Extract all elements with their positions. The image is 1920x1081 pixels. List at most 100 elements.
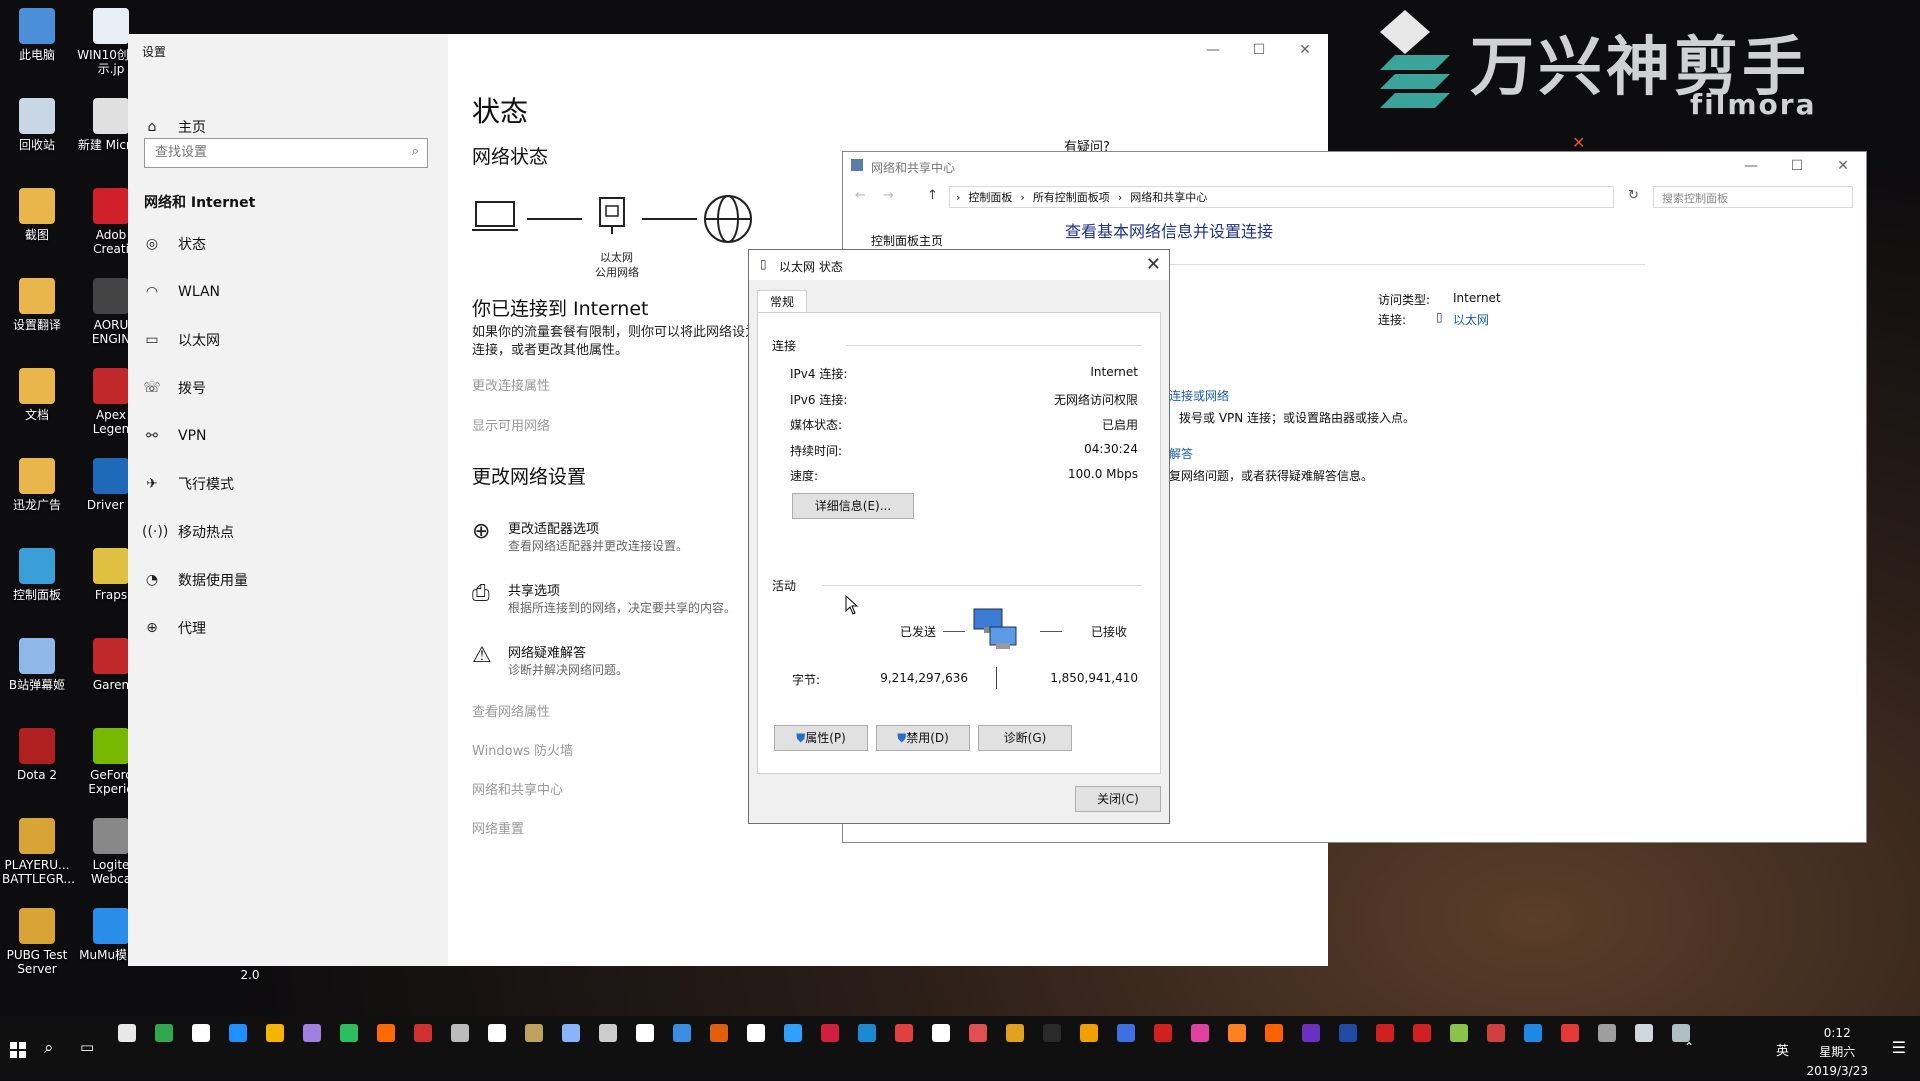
taskbar-app-icon[interactable] [118,1024,136,1042]
taskbar-app-icon[interactable] [1598,1024,1616,1042]
refresh-icon[interactable]: ↻ [1628,188,1639,203]
dialog-close-button[interactable]: 关闭(C) [1075,786,1161,812]
nav-hotspot[interactable]: ((·)) 移动热点 [142,512,442,552]
taskbar-app-icon[interactable] [969,1024,987,1042]
taskbar-app-icon[interactable] [1450,1024,1468,1042]
nsc-up-icon[interactable]: ↑ [927,188,938,203]
taskbar-app-icon[interactable] [932,1024,950,1042]
taskbar-app-icon[interactable] [1080,1024,1098,1042]
search-icon[interactable]: ⌕ [412,144,419,159]
nsc-back-icon[interactable]: ← [855,188,866,203]
taskbar-app-icon[interactable] [599,1024,617,1042]
adapter-options-link[interactable]: 更改适配器选项 [508,518,599,537]
nav-status[interactable]: ◎ 状态 [142,224,442,264]
breadcrumb-item[interactable]: 控制面板 [968,189,1012,205]
taskbar-app-icon[interactable] [710,1024,728,1042]
settings-search-input[interactable] [145,139,405,165]
troubleshoot-nsc-link[interactable]: 解答 [1169,445,1193,462]
nav-ethernet[interactable]: ▭ 以太网 [142,320,442,360]
clock[interactable]: 0:12 星期六 2019/3/23 [1806,1024,1868,1081]
taskbar-app-icon[interactable] [1191,1024,1209,1042]
start-icon[interactable] [10,1042,26,1058]
nsc-maximize-icon[interactable]: ☐ [1774,152,1820,180]
desktop-icon[interactable]: PUBG Test Server [2,908,72,976]
view-network-props-link[interactable]: 查看网络属性 [472,701,550,720]
desktop-icon[interactable]: 设置翻译 [2,278,72,332]
taskbar-app-icon[interactable] [673,1024,691,1042]
taskbar-app-icon[interactable] [414,1024,432,1042]
ime-indicator[interactable]: 英 [1776,1040,1789,1059]
nsc-minimize-icon[interactable]: — [1728,152,1774,180]
taskbar-app-icon[interactable] [525,1024,543,1042]
taskbar-app-icon[interactable] [229,1024,247,1042]
taskbar-app-icon[interactable] [784,1024,802,1042]
setup-link[interactable]: 连接或网络 [1169,387,1229,404]
taskbar-app-icon[interactable] [1561,1024,1579,1042]
nav-proxy[interactable]: ⊕ 代理 [142,608,442,648]
desktop-icon[interactable]: 回收站 [2,98,72,152]
taskbar-app-icon[interactable] [1635,1024,1653,1042]
details-button[interactable]: 详细信息(E)... [792,493,914,519]
taskbar-app-icon[interactable] [858,1024,876,1042]
taskbar-app-icon[interactable] [1154,1024,1172,1042]
sharing-center-link[interactable]: 网络和共享中心 [472,779,563,798]
tray-chevron-icon[interactable]: ⌃ [1684,1040,1694,1054]
desktop-icon[interactable]: PLAYERU... BATTLEGR... [2,818,75,886]
taskbar-app-icon[interactable] [266,1024,284,1042]
taskbar-app-icon[interactable] [1302,1024,1320,1042]
troubleshoot-link[interactable]: 网络疑难解答 [508,642,586,661]
taskbar-app-icon[interactable] [1006,1024,1024,1042]
nav-wlan[interactable]: ◠ WLAN [142,272,442,312]
desktop-icon[interactable]: 文档 [2,368,72,422]
taskbar-app-icon[interactable] [747,1024,765,1042]
desktop-icon[interactable]: B站弹幕姬 [2,638,72,692]
settings-search[interactable]: ⌕ [144,138,428,168]
nsc-side-home[interactable]: 控制面板主页 [871,232,943,249]
taskbar-app-icon[interactable] [895,1024,913,1042]
taskbar-app-icon[interactable] [488,1024,506,1042]
maximize-icon[interactable]: ☐ [1236,34,1282,66]
show-available-networks-link[interactable]: 显示可用网络 [472,415,550,434]
taskbar-app-icon[interactable] [1413,1024,1431,1042]
taskbar-app-icon[interactable] [1117,1024,1135,1042]
taskbar-app-icon[interactable] [192,1024,210,1042]
breadcrumb-item[interactable]: 所有控制面板项 [1033,189,1110,205]
taskbar-app-icon[interactable] [155,1024,173,1042]
taskbar-app-icon[interactable] [1228,1024,1246,1042]
nsc-forward-icon[interactable]: → [883,188,894,203]
taskbar-app-icon[interactable] [340,1024,358,1042]
taskbar-app-icon[interactable] [303,1024,321,1042]
firewall-link[interactable]: Windows 防火墙 [472,740,573,759]
taskbar-app-icon[interactable] [1043,1024,1061,1042]
properties-button[interactable]: ⛊属性(P) [774,725,868,751]
tab-general[interactable]: 常规 [757,290,807,313]
taskbar-app-icon[interactable] [451,1024,469,1042]
desktop-icon[interactable]: 迅龙广告 [2,458,72,512]
connection-link[interactable]: 以太网 [1453,311,1489,328]
nsc-search-input[interactable]: 搜索控制面板 [1653,186,1853,208]
taskbar-app-icon[interactable] [1339,1024,1357,1042]
taskbar-app-icon[interactable] [377,1024,395,1042]
taskbar-app-icon[interactable] [821,1024,839,1042]
minimize-icon[interactable]: — [1190,34,1236,66]
watermark-close-icon[interactable]: ✕ [1572,133,1585,152]
taskbar-app-icon[interactable] [636,1024,654,1042]
notification-icon[interactable]: ☰ [1892,1038,1906,1057]
task-view-icon[interactable]: ▭ [80,1038,94,1056]
desktop-icon[interactable]: 控制面板 [2,548,72,602]
search-icon[interactable]: ⌕ [44,1038,54,1058]
taskbar-app-icon[interactable] [1265,1024,1283,1042]
breadcrumb-item[interactable]: 网络和共享中心 [1130,189,1207,205]
taskbar-app-icon[interactable] [1524,1024,1542,1042]
taskbar-app-icon[interactable] [1376,1024,1394,1042]
nsc-close-icon[interactable]: ✕ [1820,152,1866,180]
nav-airplane[interactable]: ✈ 飞行模式 [142,464,442,504]
network-reset-link[interactable]: 网络重置 [472,818,524,837]
desktop-icon[interactable]: Dota 2 [2,728,72,782]
taskbar-app-icon[interactable] [1487,1024,1505,1042]
desktop-icon[interactable]: 此电脑 [2,8,72,62]
diagnose-button[interactable]: 诊断(G) [978,725,1072,751]
nav-vpn[interactable]: ⚯ VPN [142,416,442,456]
taskbar-app-icon[interactable] [562,1024,580,1042]
sharing-options-link[interactable]: 共享选项 [508,580,560,599]
